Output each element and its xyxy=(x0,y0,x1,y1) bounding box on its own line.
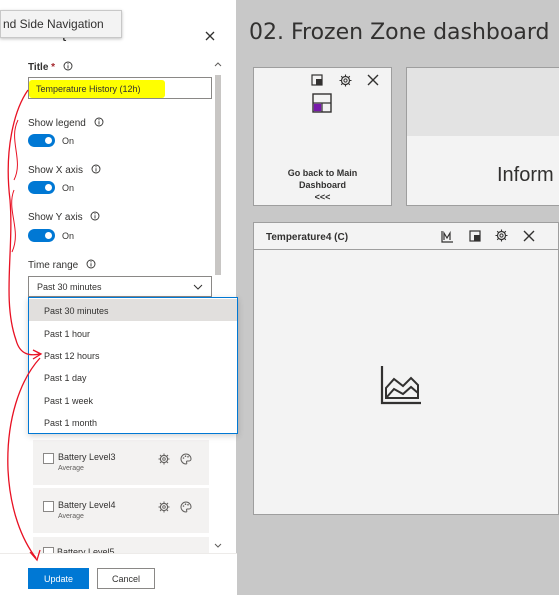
show-legend-label: Show legend xyxy=(28,117,104,129)
gear-icon[interactable] xyxy=(495,229,508,242)
info-tile-label: Inform xyxy=(497,164,554,186)
title-field-label: Title * xyxy=(28,61,73,73)
close-icon[interactable] xyxy=(367,74,379,86)
show-y-axis-state: On xyxy=(62,231,75,241)
show-y-axis-toggle[interactable] xyxy=(28,229,55,242)
time-option[interactable]: Past 1 week xyxy=(29,389,237,411)
series-aggregation: Average xyxy=(58,513,84,520)
show-x-axis-toggle[interactable] xyxy=(28,181,55,194)
info-tile[interactable]: Inform xyxy=(406,67,559,206)
show-y-axis-label: Show Y axis xyxy=(28,211,100,223)
area-chart-icon xyxy=(380,366,421,405)
scroll-down-icon[interactable] xyxy=(214,543,222,549)
title-input-value: Temperature History (12h) xyxy=(36,84,141,94)
time-option[interactable]: Past 30 minutes xyxy=(29,299,237,321)
info-icon[interactable] xyxy=(91,164,101,174)
update-button[interactable]: Update xyxy=(28,568,89,589)
info-icon[interactable] xyxy=(63,61,73,71)
show-x-axis-label: Show X axis xyxy=(28,164,101,176)
show-legend-toggle[interactable] xyxy=(28,134,55,147)
tooltip: nd Side Navigation xyxy=(0,10,122,38)
time-option[interactable]: Past 12 hours xyxy=(29,344,237,366)
gear-icon[interactable] xyxy=(158,453,170,465)
time-option[interactable]: Past 1 month xyxy=(29,411,237,433)
series-item: Battery Level3 Average xyxy=(33,440,209,485)
chevron-down-icon xyxy=(193,284,203,290)
nav-tile-text-1: Go back to Main xyxy=(287,168,358,178)
show-legend-state: On xyxy=(62,136,75,146)
close-icon[interactable] xyxy=(523,230,535,242)
info-icon[interactable] xyxy=(86,259,96,269)
series-checkbox[interactable] xyxy=(43,453,54,464)
temperature-tile-title: Temperature4 (C) xyxy=(266,232,349,243)
chart-settings-icon[interactable] xyxy=(441,230,454,243)
info-icon[interactable] xyxy=(94,117,104,127)
gear-icon[interactable] xyxy=(158,501,170,513)
dashboard-title: 02. Frozen Zone dashboard xyxy=(249,20,550,45)
palette-icon[interactable] xyxy=(180,453,192,465)
series-item: Battery Level4 Average xyxy=(33,488,209,533)
time-option[interactable]: Past 1 hour xyxy=(29,322,237,344)
menu-icon xyxy=(312,93,332,113)
nav-tile-text-2: Dashboard xyxy=(298,180,346,190)
nav-tile-text-3: <<< xyxy=(314,192,331,202)
maximize-icon[interactable] xyxy=(469,230,481,242)
show-x-axis-state: On xyxy=(62,183,75,193)
series-name: Battery Level3 xyxy=(58,452,116,462)
series-name: Battery Level4 xyxy=(58,500,116,510)
temperature-tile[interactable]: Temperature4 (C) xyxy=(253,222,559,515)
close-icon[interactable] xyxy=(203,29,217,43)
time-range-selected: Past 30 minutes xyxy=(37,282,102,292)
temperature-tile-header: Temperature4 (C) xyxy=(254,223,558,250)
info-icon[interactable] xyxy=(90,211,100,221)
time-range-label: Time range xyxy=(28,259,96,271)
gear-icon[interactable] xyxy=(339,74,352,87)
dashboard-canvas: 02. Frozen Zone dashboard Go back to Mai… xyxy=(237,0,559,595)
time-range-options: Past 30 minutes Past 1 hour Past 12 hour… xyxy=(28,297,238,434)
scrollbar-thumb[interactable] xyxy=(215,75,221,275)
series-checkbox[interactable] xyxy=(43,501,54,512)
required-mark: * xyxy=(51,62,56,73)
series-aggregation: Average xyxy=(58,465,84,472)
cancel-button[interactable]: Cancel xyxy=(97,568,155,589)
nav-tile[interactable]: Go back to Main Dashboard <<< xyxy=(253,67,392,206)
info-tile-header xyxy=(407,68,559,136)
time-option[interactable]: Past 1 day xyxy=(29,366,237,388)
palette-icon[interactable] xyxy=(180,501,192,513)
time-range-dropdown[interactable]: Past 30 minutes xyxy=(28,276,212,297)
unpin-icon[interactable] xyxy=(311,74,323,86)
scroll-up-icon[interactable] xyxy=(214,61,222,67)
